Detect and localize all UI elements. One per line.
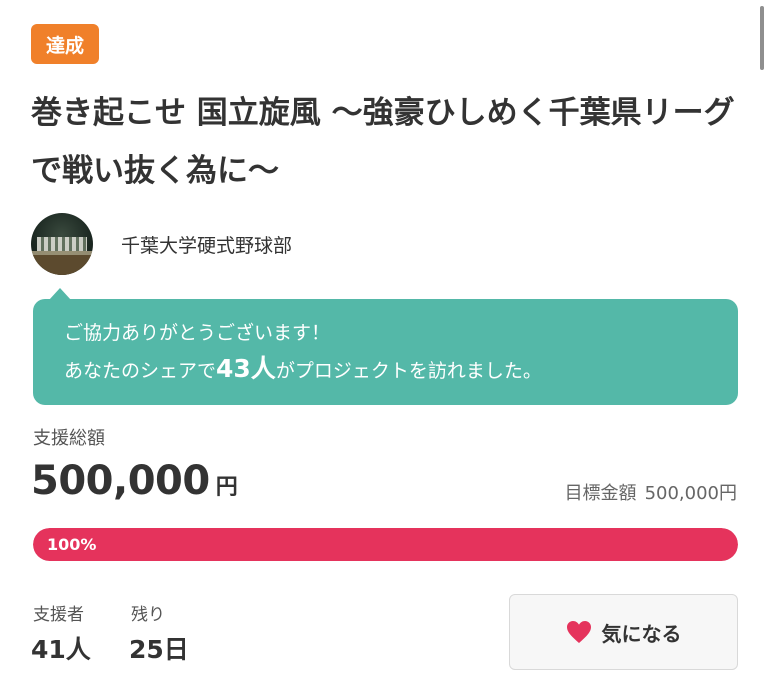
visitor-count: 43人 bbox=[216, 354, 276, 383]
avatar[interactable] bbox=[31, 213, 93, 275]
goal-value: 500,000円 bbox=[644, 483, 737, 504]
total-amount-label: 支援総額 bbox=[33, 428, 105, 449]
remaining-label: 残り bbox=[131, 605, 165, 625]
progress-fill: 100% bbox=[33, 528, 738, 561]
status-badge: 達成 bbox=[31, 24, 99, 64]
progress-percent: 100% bbox=[47, 535, 97, 554]
goal-amount: 目標金額 500,000円 bbox=[565, 479, 737, 505]
total-amount: 500,000 円 bbox=[31, 458, 238, 504]
share-result-prefix: あなたのシェアで bbox=[64, 360, 217, 382]
supporters-label: 支援者 bbox=[33, 605, 84, 625]
project-owner[interactable]: 千葉大学硬式野球部 bbox=[31, 213, 292, 275]
share-message-bubble: ご協力ありがとうございます！ あなたのシェアで43人がプロジェクトを訪れました。 bbox=[33, 288, 738, 405]
project-title: 巻き起こせ 国立旋風 ～強豪ひしめく千葉県リーグで戦い抜く為に～ bbox=[31, 95, 735, 189]
currency-unit: 円 bbox=[215, 475, 238, 500]
goal-label: 目標金額 bbox=[564, 483, 637, 504]
scrollbar[interactable] bbox=[760, 6, 764, 70]
favorite-label: 気になる bbox=[601, 621, 682, 646]
share-result-text: あなたのシェアで43人がプロジェクトを訪れました。 bbox=[64, 351, 738, 389]
progress-bar: 100% bbox=[33, 528, 738, 561]
remaining-days: 25日 bbox=[129, 635, 189, 664]
heart-icon bbox=[566, 620, 592, 644]
share-thanks-text: ご協力ありがとうございます！ bbox=[64, 322, 331, 344]
favorite-button[interactable]: 気になる bbox=[509, 594, 738, 670]
total-amount-value: 500,000 bbox=[31, 458, 210, 504]
owner-name[interactable]: 千葉大学硬式野球部 bbox=[121, 231, 292, 258]
supporters-count: 41人 bbox=[31, 635, 91, 664]
share-result-suffix: がプロジェクトを訪れました。 bbox=[275, 360, 542, 382]
